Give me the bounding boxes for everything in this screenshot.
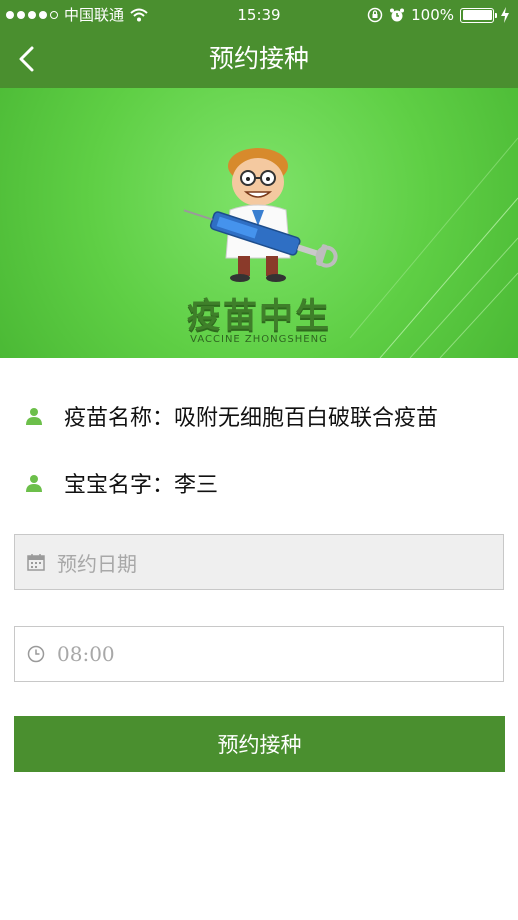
appointment-time-field[interactable]: 08:00 bbox=[14, 626, 504, 682]
person-icon bbox=[26, 475, 42, 492]
calendar-icon bbox=[27, 554, 45, 571]
top-bar: 中国联通 15:39 100% 预约接种 bbox=[0, 0, 518, 88]
status-right: 100% bbox=[367, 0, 510, 30]
alarm-icon bbox=[390, 8, 405, 22]
book-vaccination-button[interactable]: 预约接种 bbox=[14, 716, 505, 772]
battery-percent: 100% bbox=[411, 6, 454, 24]
brand-logo-text: 疫苗中生 bbox=[187, 296, 331, 336]
baby-name-text: 宝宝名字：李三 bbox=[64, 473, 219, 498]
status-bar: 中国联通 15:39 100% bbox=[0, 0, 518, 30]
nav-bar: 预约接种 bbox=[0, 30, 518, 88]
date-placeholder: 预约日期 bbox=[57, 551, 137, 576]
vaccine-name-row: 疫苗名称：吸附无细胞百白破联合疫苗 bbox=[26, 400, 438, 432]
doctor-mascot-icon bbox=[183, 148, 338, 282]
vaccine-name-text: 疫苗名称：吸附无细胞百白破联合疫苗 bbox=[64, 406, 439, 431]
clock-icon bbox=[27, 645, 45, 663]
banner-image: 疫苗中生 VACCINE ZHONGSHENG bbox=[0, 88, 518, 358]
baby-name-row: 宝宝名字：李三 bbox=[26, 467, 218, 499]
time-value: 08:00 bbox=[57, 642, 115, 666]
orientation-lock-icon bbox=[367, 7, 383, 23]
battery-icon bbox=[460, 7, 497, 23]
page-title: 预约接种 bbox=[208, 44, 309, 73]
brand-subtitle: VACCINE ZHONGSHENG bbox=[190, 334, 328, 345]
person-icon bbox=[26, 408, 42, 425]
charging-icon bbox=[501, 7, 509, 23]
appointment-date-field[interactable]: 预约日期 bbox=[14, 534, 504, 590]
